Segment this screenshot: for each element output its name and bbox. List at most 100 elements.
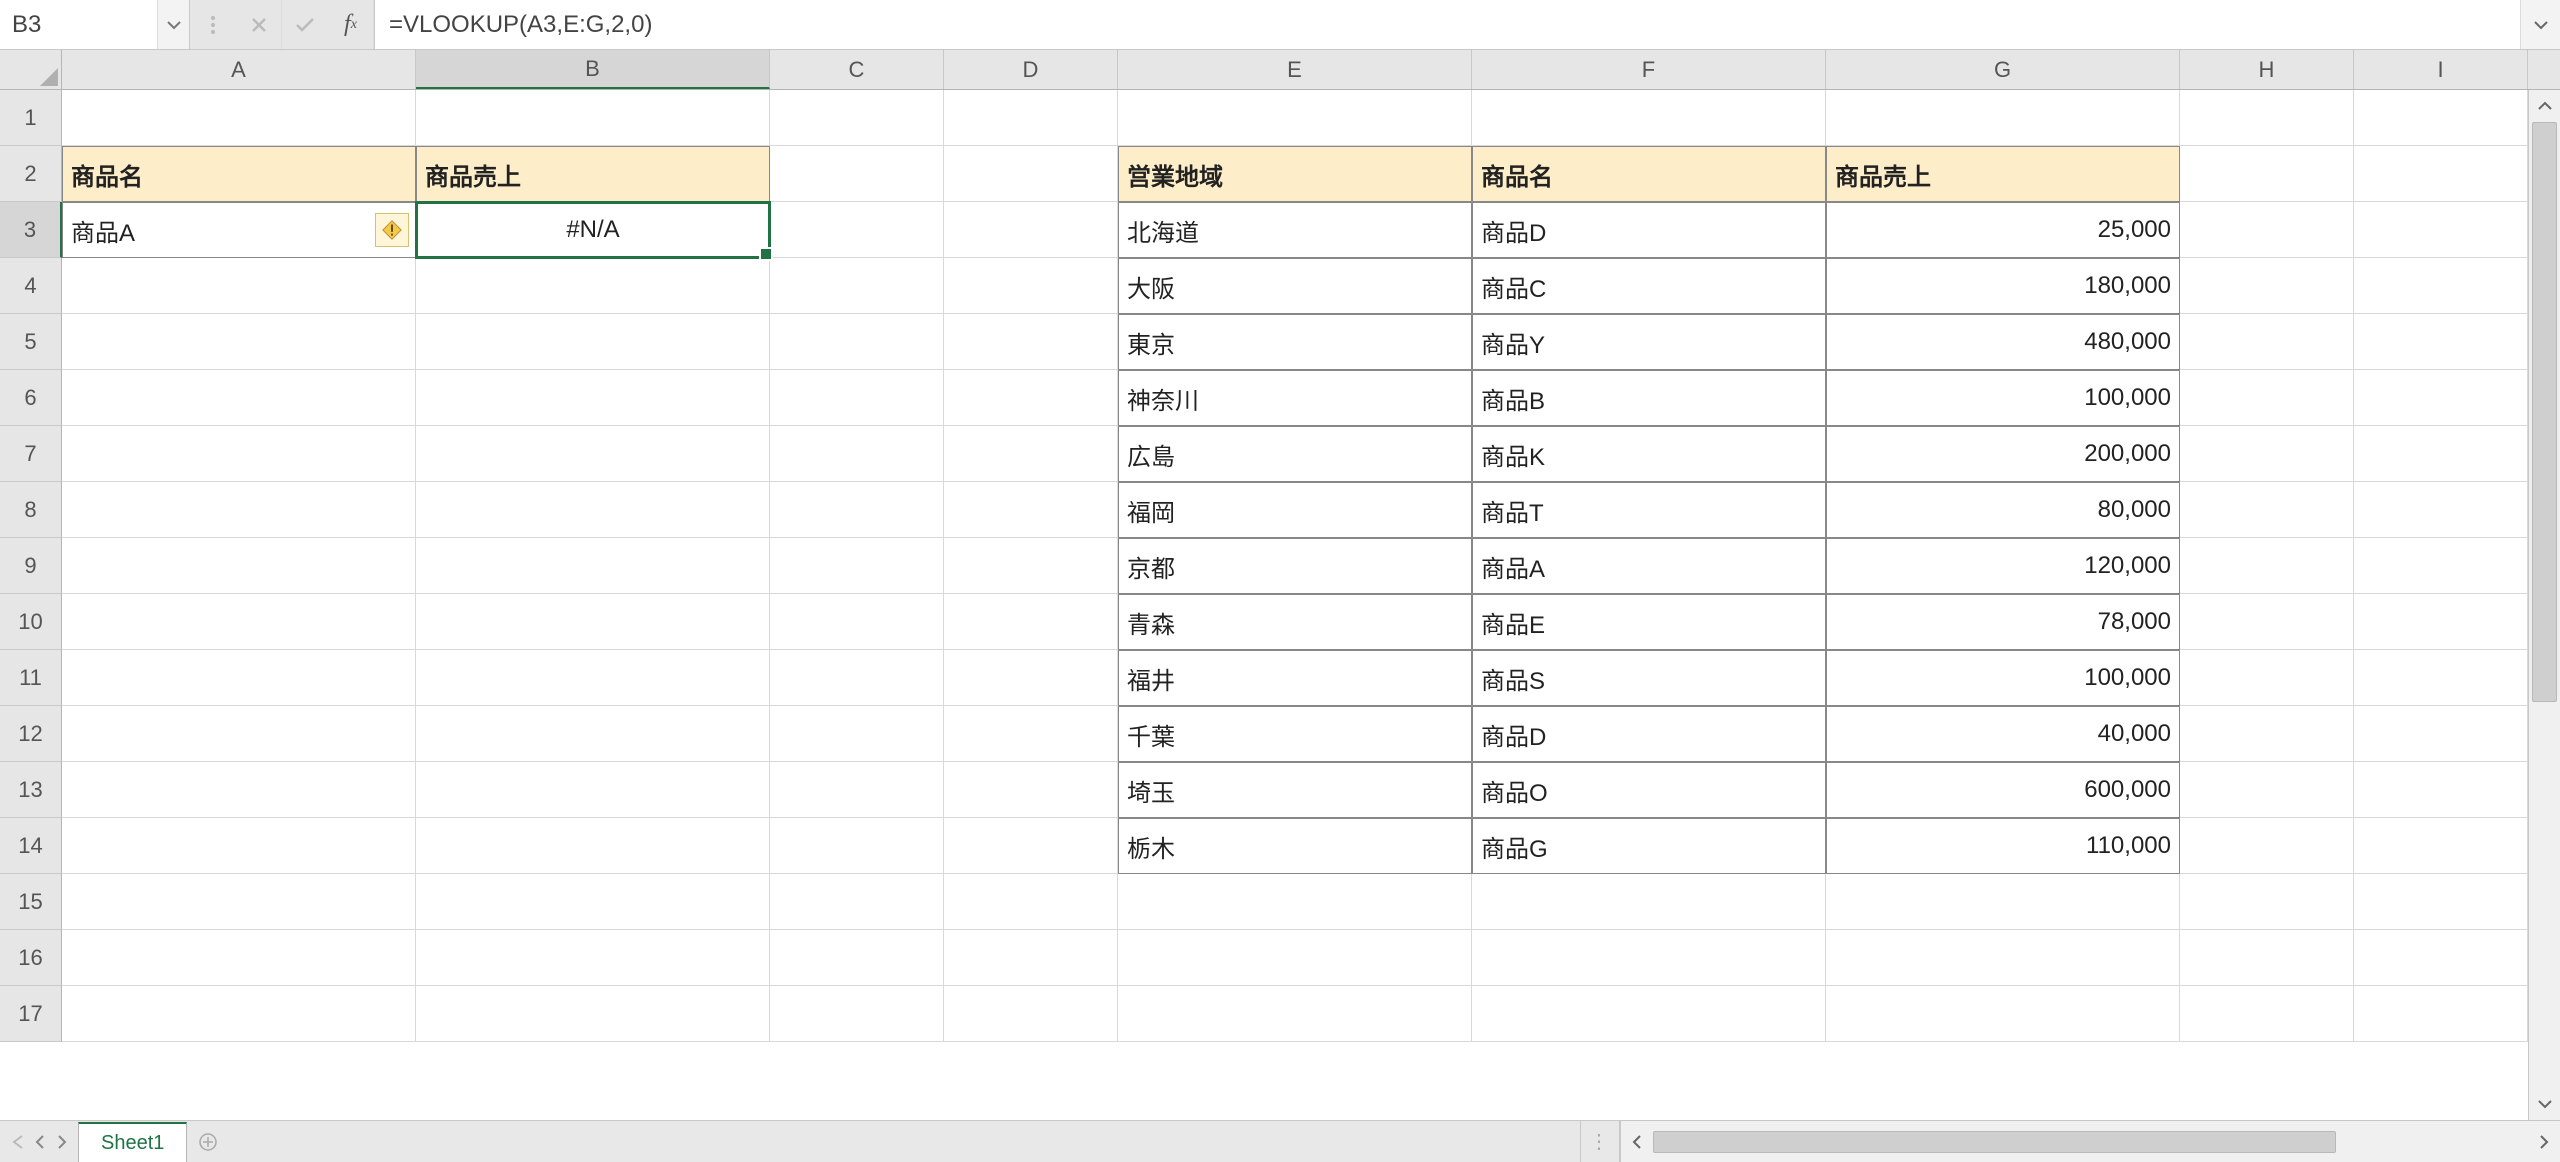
cell-C4[interactable]	[770, 258, 944, 314]
cell-G6[interactable]: 100,000	[1826, 370, 2180, 426]
cell-G14[interactable]: 110,000	[1826, 818, 2180, 874]
cell-B13[interactable]	[416, 762, 770, 818]
cell-E1[interactable]	[1118, 90, 1472, 146]
cell-C5[interactable]	[770, 314, 944, 370]
cell-F6[interactable]: 商品B	[1472, 370, 1826, 426]
cell-G2[interactable]: 商品売上	[1826, 146, 2180, 202]
confirm-edit-icon[interactable]	[282, 0, 328, 49]
cell-H7[interactable]	[2180, 426, 2354, 482]
cell-I2[interactable]	[2354, 146, 2528, 202]
cell-B7[interactable]	[416, 426, 770, 482]
cell-F13[interactable]: 商品O	[1472, 762, 1826, 818]
new-sheet-button[interactable]	[187, 1121, 229, 1162]
cell-G4[interactable]: 180,000	[1826, 258, 2180, 314]
vscroll-track[interactable]	[2529, 122, 2560, 1088]
cell-D5[interactable]	[944, 314, 1118, 370]
cell-E2[interactable]: 営業地域	[1118, 146, 1472, 202]
cell-C15[interactable]	[770, 874, 944, 930]
column-header-A[interactable]: A	[62, 50, 416, 89]
cell-E10[interactable]: 青森	[1118, 594, 1472, 650]
cell-D13[interactable]	[944, 762, 1118, 818]
cell-D14[interactable]	[944, 818, 1118, 874]
formula-input[interactable]: =VLOOKUP(A3,E:G,2,0)	[374, 0, 2520, 49]
cell-D12[interactable]	[944, 706, 1118, 762]
row-header-8[interactable]: 8	[0, 482, 62, 538]
cell-G8[interactable]: 80,000	[1826, 482, 2180, 538]
cell-I9[interactable]	[2354, 538, 2528, 594]
cell-I16[interactable]	[2354, 930, 2528, 986]
cell-D15[interactable]	[944, 874, 1118, 930]
cell-D16[interactable]	[944, 930, 1118, 986]
row-header-3[interactable]: 3	[0, 202, 62, 258]
scroll-down-icon[interactable]	[2529, 1088, 2560, 1120]
cell-I12[interactable]	[2354, 706, 2528, 762]
error-smart-tag-icon[interactable]	[375, 213, 409, 247]
cell-D6[interactable]	[944, 370, 1118, 426]
cell-E13[interactable]: 埼玉	[1118, 762, 1472, 818]
cell-A3[interactable]: 商品A	[62, 202, 416, 258]
scroll-up-icon[interactable]	[2529, 90, 2560, 122]
cell-H4[interactable]	[2180, 258, 2354, 314]
cell-E14[interactable]: 栃木	[1118, 818, 1472, 874]
cell-B1[interactable]	[416, 90, 770, 146]
cell-B15[interactable]	[416, 874, 770, 930]
cell-A13[interactable]	[62, 762, 416, 818]
row-header-13[interactable]: 13	[0, 762, 62, 818]
cell-G12[interactable]: 40,000	[1826, 706, 2180, 762]
cell-H15[interactable]	[2180, 874, 2354, 930]
cell-E8[interactable]: 福岡	[1118, 482, 1472, 538]
row-header-11[interactable]: 11	[0, 650, 62, 706]
expand-formula-bar-icon[interactable]	[2520, 0, 2560, 49]
row-header-16[interactable]: 16	[0, 930, 62, 986]
cell-H13[interactable]	[2180, 762, 2354, 818]
cell-H9[interactable]	[2180, 538, 2354, 594]
cell-H3[interactable]	[2180, 202, 2354, 258]
cell-I1[interactable]	[2354, 90, 2528, 146]
cell-E4[interactable]: 大阪	[1118, 258, 1472, 314]
cell-I17[interactable]	[2354, 986, 2528, 1042]
tab-prev-icon[interactable]	[34, 1134, 46, 1150]
cell-F4[interactable]: 商品C	[1472, 258, 1826, 314]
cell-B5[interactable]	[416, 314, 770, 370]
cell-H1[interactable]	[2180, 90, 2354, 146]
cell-E11[interactable]: 福井	[1118, 650, 1472, 706]
column-header-H[interactable]: H	[2180, 50, 2354, 89]
hscroll-track[interactable]	[1653, 1131, 2528, 1153]
cell-E17[interactable]	[1118, 986, 1472, 1042]
cell-A17[interactable]	[62, 986, 416, 1042]
cell-G9[interactable]: 120,000	[1826, 538, 2180, 594]
cell-D3[interactable]	[944, 202, 1118, 258]
cell-G15[interactable]	[1826, 874, 2180, 930]
cell-A4[interactable]	[62, 258, 416, 314]
cell-F2[interactable]: 商品名	[1472, 146, 1826, 202]
cell-D8[interactable]	[944, 482, 1118, 538]
cell-G5[interactable]: 480,000	[1826, 314, 2180, 370]
cell-E6[interactable]: 神奈川	[1118, 370, 1472, 426]
cell-I7[interactable]	[2354, 426, 2528, 482]
cell-D4[interactable]	[944, 258, 1118, 314]
cell-I14[interactable]	[2354, 818, 2528, 874]
cell-B16[interactable]	[416, 930, 770, 986]
cell-I13[interactable]	[2354, 762, 2528, 818]
cell-G11[interactable]: 100,000	[1826, 650, 2180, 706]
cell-B9[interactable]	[416, 538, 770, 594]
cell-C12[interactable]	[770, 706, 944, 762]
cell-C9[interactable]	[770, 538, 944, 594]
cell-E16[interactable]	[1118, 930, 1472, 986]
select-all-corner[interactable]	[0, 50, 62, 89]
cell-E12[interactable]: 千葉	[1118, 706, 1472, 762]
column-header-D[interactable]: D	[944, 50, 1118, 89]
row-header-7[interactable]: 7	[0, 426, 62, 482]
cell-A16[interactable]	[62, 930, 416, 986]
row-header-6[interactable]: 6	[0, 370, 62, 426]
cell-D1[interactable]	[944, 90, 1118, 146]
cell-F17[interactable]	[1472, 986, 1826, 1042]
cell-F5[interactable]: 商品Y	[1472, 314, 1826, 370]
tab-next-icon[interactable]	[56, 1134, 68, 1150]
cell-A5[interactable]	[62, 314, 416, 370]
cell-B17[interactable]	[416, 986, 770, 1042]
row-header-2[interactable]: 2	[0, 146, 62, 202]
column-header-G[interactable]: G	[1826, 50, 2180, 89]
cell-A12[interactable]	[62, 706, 416, 762]
cell-I8[interactable]	[2354, 482, 2528, 538]
